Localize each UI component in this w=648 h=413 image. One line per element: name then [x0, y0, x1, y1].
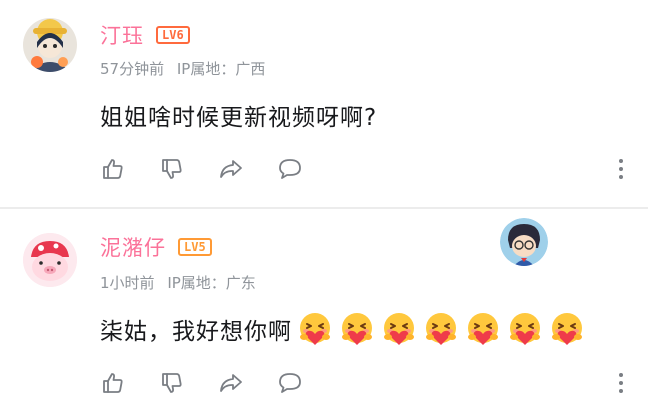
- username[interactable]: 泥潴仔: [100, 232, 166, 262]
- comment-item: 泥潴仔 LV5 1小时前 IP属地：广东 柒姑，我好想你啊: [0, 0, 648, 413]
- comment-meta: 1小时前 IP属地：广东: [100, 272, 256, 293]
- more-icon[interactable]: [614, 370, 628, 396]
- thumbs-down-icon[interactable]: [159, 370, 185, 396]
- reply-icon[interactable]: [277, 370, 303, 396]
- avatar[interactable]: [23, 233, 77, 287]
- hug-heart-emoji: [298, 312, 332, 346]
- comment-text: 柒姑，我好想你啊: [100, 312, 584, 346]
- username-row: 泥潴仔 LV5: [100, 232, 212, 262]
- level-badge: LV5: [178, 238, 212, 256]
- share-icon[interactable]: [218, 370, 244, 396]
- fan-badge-avatar: [500, 218, 548, 266]
- hug-heart-emoji: [550, 312, 584, 346]
- hug-heart-emoji: [424, 312, 458, 346]
- emoji-row: [292, 312, 584, 346]
- ip-location: IP属地：广东: [167, 274, 256, 292]
- hug-heart-emoji: [382, 312, 416, 346]
- comment-text-content: 柒姑，我好想你啊: [100, 319, 292, 345]
- comment-time: 1小时前: [100, 274, 155, 292]
- hug-heart-emoji: [508, 312, 542, 346]
- comment-actions: [100, 370, 336, 396]
- thumbs-up-icon[interactable]: [100, 370, 126, 396]
- hug-heart-emoji: [466, 312, 500, 346]
- hug-heart-emoji: [340, 312, 374, 346]
